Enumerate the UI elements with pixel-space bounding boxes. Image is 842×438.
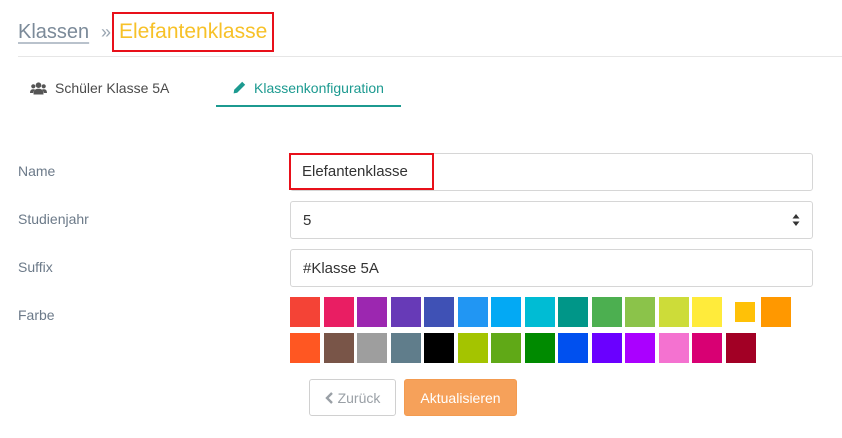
color-swatch[interactable] [491,297,521,327]
color-swatch[interactable] [558,297,588,327]
pencil-icon [233,81,246,94]
color-swatch[interactable] [457,333,488,363]
color-label: Farbe [18,307,55,323]
color-swatch[interactable] [290,333,320,363]
color-swatch[interactable] [591,333,622,363]
color-swatch[interactable] [424,333,454,363]
breadcrumb: Klassen » Elefantenklasse [18,12,842,57]
color-swatch[interactable] [390,297,421,327]
breadcrumb-link-klassen[interactable]: Klassen [18,21,89,44]
color-swatch[interactable] [524,297,555,327]
back-button-label: Zurück [337,389,381,406]
suffix-label: Suffix [18,259,53,275]
tab-bar: Schüler Klasse 5A Klassenkonfiguration [18,70,418,108]
select-arrows-icon [792,214,800,226]
color-swatch[interactable] [323,333,354,363]
users-icon [30,81,47,94]
color-swatch[interactable] [625,297,655,327]
name-value: Elefantenklasse [289,153,434,190]
tab-students[interactable]: Schüler Klasse 5A [30,70,169,106]
color-swatch[interactable] [357,333,387,363]
color-swatch[interactable] [761,297,791,327]
color-swatch[interactable] [390,333,421,363]
color-swatch[interactable] [692,297,722,327]
tab-class-configuration-label: Klassenkonfiguration [254,79,384,96]
color-swatch[interactable] [692,333,722,363]
color-swatch[interactable] [591,297,622,327]
tab-class-configuration[interactable]: Klassenkonfiguration [216,70,401,107]
color-swatch[interactable] [424,297,454,327]
tab-students-label: Schüler Klasse 5A [55,80,170,96]
chevron-left-icon [324,391,333,404]
year-value: 5 [303,211,312,229]
update-button[interactable]: Aktualisieren [404,379,517,416]
color-swatch[interactable] [625,333,655,363]
year-select[interactable]: 5 [290,201,813,239]
year-label: Studienjahr [18,211,89,227]
suffix-value: #Klasse 5A [303,259,379,277]
suffix-input[interactable]: #Klasse 5A [290,249,813,287]
page-title: Elefantenklasse [112,12,275,52]
back-button[interactable]: Zurück [309,379,396,416]
name-label: Name [18,163,56,179]
color-swatch[interactable] [457,297,488,327]
color-swatch[interactable] [491,333,521,363]
color-swatch[interactable] [290,297,320,327]
color-swatch[interactable] [658,333,689,363]
breadcrumb-separator: » [101,22,112,42]
color-swatch[interactable] [658,297,689,327]
color-swatch[interactable] [558,333,588,363]
color-swatch[interactable] [524,333,555,363]
color-swatch[interactable] [323,297,354,327]
color-swatch[interactable] [357,297,387,327]
color-swatch[interactable] [734,302,755,322]
color-swatch[interactable] [725,333,756,363]
